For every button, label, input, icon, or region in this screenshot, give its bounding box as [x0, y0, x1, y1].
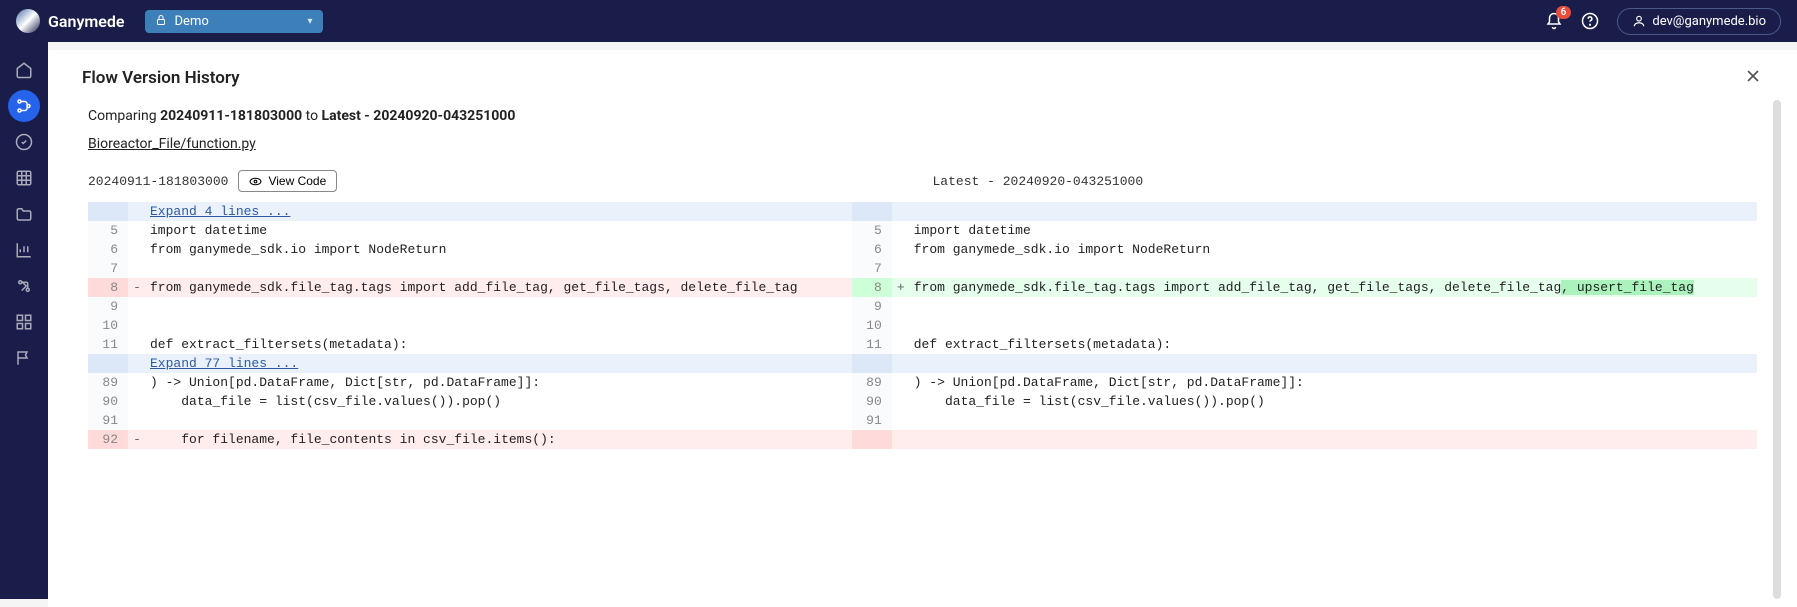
- file-path-link[interactable]: Bioreactor_File/function.py: [64, 136, 1781, 164]
- help-button[interactable]: [1581, 12, 1599, 30]
- lock-icon: [155, 14, 167, 29]
- diff-table: Expand 4 lines ...5 import datetime5 imp…: [88, 202, 1757, 449]
- right-version-label: Latest - 20240920-043251000: [933, 174, 1144, 189]
- user-icon: [1632, 14, 1646, 28]
- left-version-label: 20240911-181803000: [88, 174, 228, 189]
- sidebar-item-flag[interactable]: [8, 342, 40, 374]
- sidebar: [0, 42, 48, 599]
- sidebar-item-connections[interactable]: [8, 270, 40, 302]
- diff-row: 89 ) -> Union[pd.DataFrame, Dict[str, pd…: [88, 373, 1757, 392]
- brand[interactable]: Ganymede: [16, 9, 125, 33]
- diff-row: 11 def extract_filtersets(metadata):11 d…: [88, 335, 1757, 354]
- page-title: Flow Version History: [82, 68, 240, 88]
- brand-name: Ganymede: [48, 12, 125, 31]
- diff-row: 7 7: [88, 259, 1757, 278]
- diff-row: 6 from ganymede_sdk.io import NodeReturn…: [88, 240, 1757, 259]
- sidebar-item-runs[interactable]: [8, 126, 40, 158]
- user-email: dev@ganymede.bio: [1652, 14, 1766, 29]
- close-icon: [1743, 66, 1763, 86]
- diff-header: 20240911-181803000 View Code Latest - 20…: [64, 164, 1781, 202]
- logo-icon: [16, 9, 40, 33]
- diff-row: 8-from ganymede_sdk.file_tag.tags import…: [88, 278, 1757, 297]
- scrollbar[interactable]: [1773, 100, 1781, 599]
- close-button[interactable]: [1743, 66, 1763, 90]
- sidebar-item-apps[interactable]: [8, 306, 40, 338]
- notifications-badge: 6: [1556, 6, 1572, 19]
- sidebar-item-files[interactable]: [8, 198, 40, 230]
- sidebar-item-data[interactable]: [8, 162, 40, 194]
- sidebar-item-charts[interactable]: [8, 234, 40, 266]
- diff-row: 5 import datetime5 import datetime: [88, 221, 1757, 240]
- expand-row[interactable]: Expand 77 lines ...: [88, 354, 1757, 373]
- chevron-down-icon: ▾: [307, 16, 312, 27]
- diff-row: 92- for filename, file_contents in csv_f…: [88, 430, 1757, 449]
- diff-row: 10 10: [88, 316, 1757, 335]
- notifications-button[interactable]: 6: [1545, 12, 1563, 30]
- view-code-button[interactable]: View Code: [238, 170, 337, 192]
- compare-summary: Comparing 20240911-181803000 to Latest -…: [64, 104, 1781, 136]
- diff-row: 90 data_file = list(csv_file.values()).p…: [88, 392, 1757, 411]
- diff-row: 9 9: [88, 297, 1757, 316]
- expand-row[interactable]: Expand 4 lines ...: [88, 202, 1757, 221]
- diff-row: 91 91: [88, 411, 1757, 430]
- environment-selector[interactable]: Demo ▾: [145, 10, 323, 33]
- sidebar-item-flows[interactable]: [8, 90, 40, 122]
- top-bar: Ganymede Demo ▾ 6 dev@ganymede.bio: [0, 0, 1797, 42]
- user-menu[interactable]: dev@ganymede.bio: [1617, 8, 1781, 35]
- main-content: Flow Version History Comparing 20240911-…: [48, 50, 1797, 607]
- environment-label: Demo: [175, 14, 209, 29]
- eye-icon: [249, 175, 262, 188]
- sidebar-item-home[interactable]: [8, 54, 40, 86]
